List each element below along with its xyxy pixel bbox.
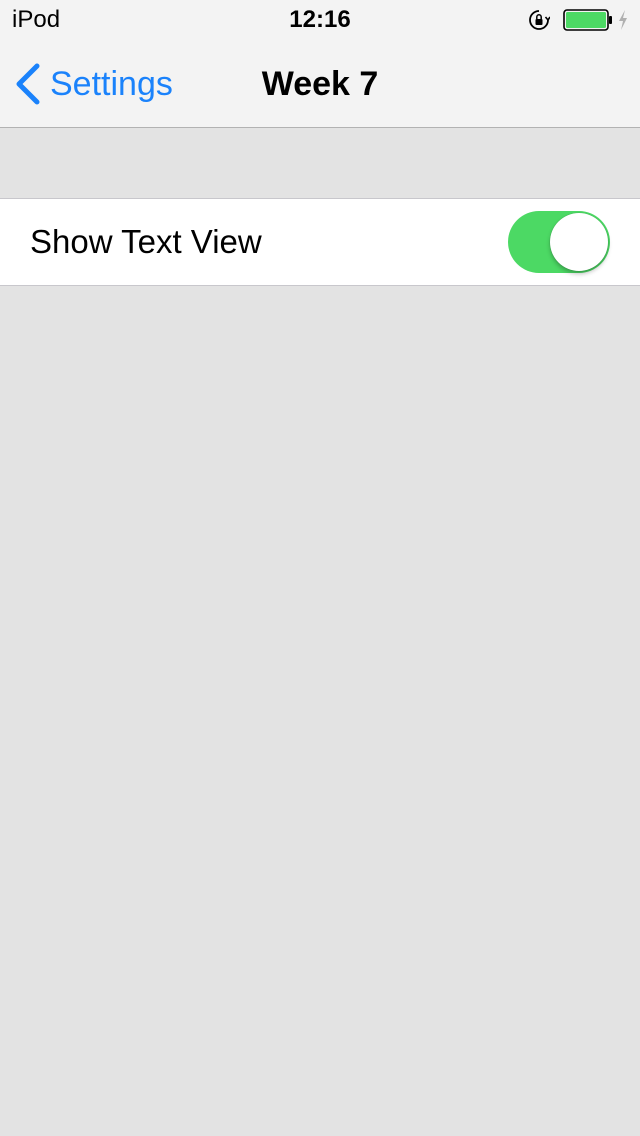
top-bar: iPod 12:16 Settings Week 7: [0, 0, 640, 128]
show-text-view-toggle[interactable]: [508, 211, 610, 273]
charging-icon: [619, 10, 627, 30]
settings-row-show-text-view: Show Text View: [0, 198, 640, 286]
page-title: Week 7: [261, 65, 379, 103]
rotation-lock-icon: [529, 10, 550, 30]
status-bar: iPod 12:16: [0, 0, 640, 40]
battery-icon: [563, 9, 612, 31]
toggle-knob[interactable]: [550, 213, 608, 271]
navigation-bar: Settings Week 7: [0, 40, 640, 128]
row-label: Show Text View: [30, 223, 262, 260]
